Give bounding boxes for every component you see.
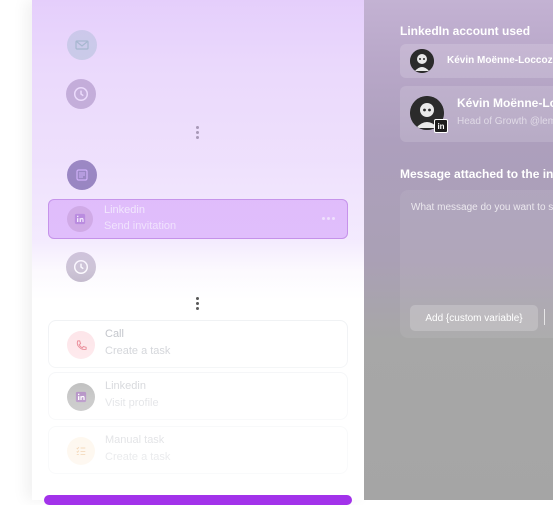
clock-icon [66,252,96,282]
linkedin-icon [67,383,95,411]
checklist-icon [67,437,95,465]
step-title: Email [105,27,133,39]
wait-value[interactable]: 1 [184,262,189,272]
step-title: Call [105,328,124,340]
step-subtitle: Create a task [105,451,171,463]
step-title: Manual task [105,434,165,446]
info-icon[interactable] [322,88,334,100]
step-subtitle: Create a task [105,345,171,357]
step-title: Linkedin [104,204,145,216]
wait-value[interactable]: 1 [184,89,189,99]
step-title: API [105,157,123,169]
message-placeholder: What message do you want to send? [411,202,553,213]
step-linkedin-invite[interactable]: Linkedin Send invitation [48,199,348,239]
decrement-button[interactable]: − [157,87,165,102]
step-subtitle: Send automatic email [105,44,211,56]
step-email[interactable]: Email Send automatic email [48,20,348,68]
message-heading: Message attached to the invitation [400,167,553,181]
linkedin-icon [67,206,93,232]
add-variable-button[interactable]: Add {custom variable} [410,305,538,331]
wait-unit: day(s) [235,259,266,271]
step-manual-task[interactable]: Manual task Create a task [48,426,348,474]
wait-stepper[interactable]: − 1 + [151,256,223,278]
wait-label: Wait for [101,86,139,98]
workflow-panel: Email Send automatic email Wait for − 1 … [32,0,364,505]
step-api[interactable]: API Send a Twitter message [48,150,348,198]
increment-button[interactable]: + [209,87,217,102]
account-heading: LinkedIn account used [400,24,531,38]
wait-row: Wait for − 1 + day(s) [48,249,348,285]
account-name: Kévin Moënne-Loccoz [447,55,553,66]
divider [544,309,545,325]
linkedin-badge-icon: in [434,119,448,133]
more-options-icon[interactable] [322,217,335,220]
avatar [410,49,434,73]
info-icon[interactable] [322,261,334,273]
step-linkedin-visit[interactable]: Linkedin Visit profile [48,372,348,420]
account-card-name: Kévin Moënne-Loccoz [457,96,553,110]
envelope-icon [67,30,97,60]
wait-row: Wait for − 1 + day(s) [48,76,348,112]
message-textarea[interactable]: What message do you want to send? Add {c… [400,190,553,338]
settings-panel: LinkedIn account used Kévin Moënne-Locco… [364,0,553,500]
step-subtitle: Visit profile [105,397,159,409]
connector-dots [196,297,200,310]
connector-dots [196,126,200,139]
wait-stepper[interactable]: − 1 + [151,83,223,105]
wait-label: Wait for [101,259,139,271]
increment-button[interactable]: + [209,260,217,275]
phone-icon [67,331,95,359]
step-title: Linkedin [105,380,146,392]
decrement-button[interactable]: − [157,260,165,275]
wait-unit: day(s) [235,86,266,98]
clock-icon [66,79,96,109]
step-call[interactable]: Call Create a task [48,320,348,368]
account-select[interactable]: Kévin Moënne-Loccoz [400,44,553,78]
step-subtitle: Send invitation [104,220,177,232]
account-card-role: Head of Growth @lemlist [457,116,553,127]
account-card: in Kévin Moënne-Loccoz Head of Growth @l… [400,86,553,142]
add-step-button[interactable] [44,495,352,505]
step-subtitle: Send a Twitter message [105,174,223,186]
api-icon [67,160,97,190]
